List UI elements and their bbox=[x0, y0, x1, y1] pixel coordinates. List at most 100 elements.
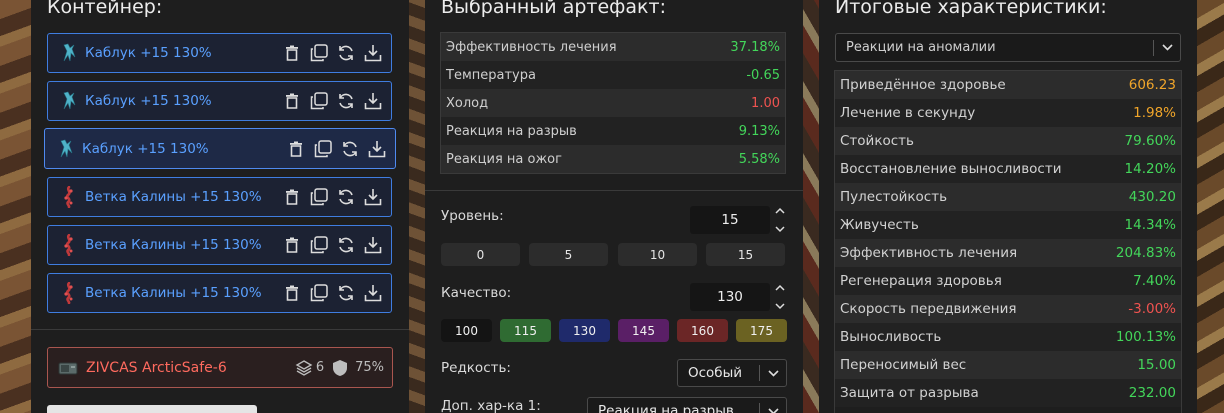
totals-value: 204.83% bbox=[1115, 245, 1176, 261]
totals-value: 430.20 bbox=[1128, 189, 1176, 205]
download-icon[interactable] bbox=[368, 140, 386, 158]
trash-icon[interactable] bbox=[283, 236, 301, 254]
sync-icon[interactable] bbox=[337, 236, 355, 254]
level-preset-button[interactable]: 10 bbox=[618, 243, 697, 266]
container-item-label: Ветка Калины +15 130% bbox=[85, 237, 262, 253]
stat-name: Реакция на ожог bbox=[446, 151, 562, 167]
container-title: Контейнер: bbox=[47, 0, 163, 18]
totals-row: Живучесть 14.34% bbox=[835, 211, 1181, 239]
totals-row: Восстановление выносливости 14.20% bbox=[835, 155, 1181, 183]
container-item[interactable]: Ветка Калины +15 130% bbox=[47, 225, 392, 265]
quality-input[interactable]: 130 bbox=[690, 283, 770, 311]
totals-title: Итоговые характеристики: bbox=[835, 0, 1107, 18]
totals-name: Скорость передвижения bbox=[840, 301, 1017, 317]
quality-preset-button[interactable]: 130 bbox=[559, 319, 610, 342]
totals-value: 14.34% bbox=[1124, 217, 1176, 233]
extra1-select[interactable]: Реакция на разрыв bbox=[587, 397, 787, 413]
container-item[interactable]: Каблук +15 130% bbox=[44, 128, 396, 169]
totals-name: Живучесть bbox=[840, 217, 919, 233]
totals-name: Регенерация здоровья bbox=[840, 273, 1002, 289]
totals-row: Защита от разрыва 232.00 bbox=[835, 379, 1181, 407]
download-icon[interactable] bbox=[364, 92, 382, 110]
sync-icon[interactable] bbox=[337, 284, 355, 302]
download-icon[interactable] bbox=[364, 284, 382, 302]
totals-name: Лечение в секунду bbox=[840, 105, 976, 121]
copy-icon[interactable] bbox=[310, 92, 328, 110]
totals-row: Выносливость 100.13% bbox=[835, 323, 1181, 351]
container-item[interactable]: Каблук +15 130% bbox=[47, 33, 392, 73]
quality-preset-button[interactable]: 160 bbox=[677, 319, 728, 342]
totals-value: 232.00 bbox=[1128, 385, 1176, 401]
sync-icon[interactable] bbox=[337, 188, 355, 206]
copy-icon[interactable] bbox=[310, 236, 328, 254]
bottom-button[interactable] bbox=[47, 405, 257, 413]
chevron-down-icon bbox=[775, 226, 785, 233]
quality-preset-button[interactable]: 100 bbox=[441, 319, 492, 342]
sync-icon[interactable] bbox=[341, 140, 359, 158]
stat-name: Реакция на разрыв bbox=[446, 123, 577, 139]
container-item-label: Ветка Калины +15 130% bbox=[85, 189, 262, 205]
artifact-stats-table: Эффективность лечения 37.18% Температура -0… bbox=[440, 32, 786, 174]
totals-value: 7.40% bbox=[1133, 273, 1176, 289]
stat-name: Холод bbox=[446, 95, 489, 111]
safe-item[interactable]: ZIVCAS ArcticSafe-6 6 75% bbox=[47, 347, 393, 388]
totals-name: Переносимый вес bbox=[840, 357, 967, 373]
level-stepper[interactable] bbox=[774, 207, 786, 233]
copy-icon[interactable] bbox=[310, 284, 328, 302]
quality-preset-button[interactable]: 115 bbox=[500, 319, 551, 342]
container-item-label: Каблук +15 130% bbox=[85, 93, 212, 109]
trash-icon[interactable] bbox=[283, 44, 301, 62]
safe-label: ZIVCAS ArcticSafe-6 bbox=[86, 359, 227, 376]
chevron-down-icon bbox=[760, 369, 786, 377]
copy-icon[interactable] bbox=[314, 139, 332, 158]
download-icon[interactable] bbox=[364, 188, 382, 206]
totals-row: Переносимый вес 15.00 bbox=[835, 351, 1181, 379]
level-preset-button[interactable]: 5 bbox=[529, 243, 608, 266]
totals-name: Пулестойкость bbox=[840, 189, 948, 205]
quality-preset-button[interactable]: 175 bbox=[736, 319, 787, 342]
artifact-stat-row: Эффективность лечения 37.18% bbox=[441, 33, 785, 61]
artifact-stat-row: Температура -0.65 bbox=[441, 61, 785, 89]
level-preset-button[interactable]: 15 bbox=[706, 243, 785, 266]
totals-row: Приведённое здоровье 606.23 bbox=[835, 71, 1181, 99]
extra1-label: Доп. хар-ка 1: bbox=[441, 398, 541, 413]
extra1-select-value: Реакция на разрыв bbox=[598, 403, 734, 413]
sync-icon[interactable] bbox=[337, 92, 355, 110]
totals-name: Выносливость bbox=[840, 329, 942, 345]
container-item[interactable]: Ветка Калины +15 130% bbox=[47, 177, 392, 217]
trash-icon[interactable] bbox=[287, 140, 305, 158]
trash-icon[interactable] bbox=[283, 188, 301, 206]
container-item[interactable]: Ветка Калины +15 130% bbox=[47, 273, 392, 313]
totals-row: Лечение в секунду 1.98% bbox=[835, 99, 1181, 127]
totals-name: Защита от разрыва bbox=[840, 385, 979, 401]
safe-icon bbox=[58, 360, 78, 376]
totals-name: Восстановление выносливости bbox=[840, 161, 1062, 177]
download-icon[interactable] bbox=[364, 236, 382, 254]
totals-filter-select[interactable]: Реакции на аномалии bbox=[835, 33, 1181, 62]
totals-value: 15.00 bbox=[1137, 357, 1176, 373]
stat-value: 9.13% bbox=[738, 123, 780, 139]
stat-value: 5.58% bbox=[738, 151, 780, 167]
background-gap-1 bbox=[409, 0, 425, 413]
copy-icon[interactable] bbox=[310, 188, 328, 206]
trash-icon[interactable] bbox=[283, 92, 301, 110]
chevron-up-icon bbox=[775, 207, 785, 214]
quality-label: Качество: bbox=[441, 285, 512, 301]
level-input[interactable]: 15 bbox=[690, 206, 770, 234]
totals-value: 100.13% bbox=[1115, 329, 1176, 345]
quality-stepper[interactable] bbox=[774, 284, 786, 310]
container-item[interactable]: Каблук +15 130% bbox=[47, 81, 392, 121]
totals-value: 606.23 bbox=[1128, 77, 1176, 93]
totals-row: Стойкость 79.60% bbox=[835, 127, 1181, 155]
artifact-stat-row: Реакция на ожог 5.58% bbox=[441, 145, 785, 173]
copy-icon[interactable] bbox=[310, 44, 328, 62]
rarity-select-value: Особый bbox=[688, 365, 743, 381]
quality-preset-button[interactable]: 145 bbox=[618, 319, 669, 342]
sync-icon[interactable] bbox=[337, 44, 355, 62]
level-preset-button[interactable]: 0 bbox=[441, 243, 520, 266]
download-icon[interactable] bbox=[364, 44, 382, 62]
safe-slots: 6 bbox=[295, 359, 324, 377]
trash-icon[interactable] bbox=[283, 284, 301, 302]
rarity-select[interactable]: Особый bbox=[677, 359, 787, 387]
safe-protection-value: 75% bbox=[355, 360, 384, 375]
